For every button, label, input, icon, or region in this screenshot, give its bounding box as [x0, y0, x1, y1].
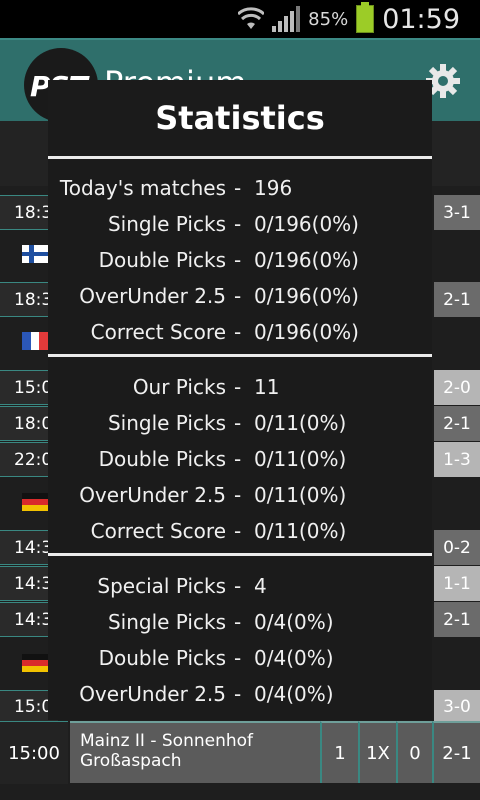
stat-separator: - [234, 411, 242, 435]
stat-row: OverUnder 2.5 - 0/4(0%) [48, 676, 432, 712]
status-indicators: 85% 01:59 [238, 2, 460, 35]
match-score: 2-1 [434, 282, 480, 317]
status-bar: 85% 01:59 [0, 0, 480, 38]
stat-value: 0/11(0%) [254, 447, 347, 471]
stat-row: Single Picks - 0/196(0%) [48, 206, 432, 242]
signal-icon [272, 6, 301, 32]
stat-value: 4 [254, 574, 267, 598]
stat-label: Double Picks [98, 447, 226, 471]
stat-label: Single Picks [107, 212, 226, 236]
stat-separator: - [234, 646, 242, 670]
stat-row: Single Picks - 0/11(0%) [48, 405, 432, 441]
stat-value: 0/4(0%) [254, 646, 334, 670]
stat-row: Double Picks - 0/4(0%) [48, 640, 432, 676]
match-score: 1-1 [434, 566, 480, 601]
stat-value: 196 [254, 176, 293, 200]
stat-separator: - [234, 447, 242, 471]
germany-flag-icon [22, 493, 48, 511]
status-clock: 01:59 [382, 3, 460, 35]
match-score: 1-3 [434, 442, 480, 477]
stat-row: Today's matches - 196 [48, 170, 432, 206]
stat-label: Single Picks [107, 610, 226, 634]
pick-cell-1x: 1X [358, 721, 396, 783]
match-row-mainz[interactable]: 15:00 Mainz II - Sonnenhof Großaspach 1 … [0, 721, 480, 784]
divider [48, 156, 432, 159]
match-teams: Mainz II - Sonnenhof Großaspach [70, 721, 320, 783]
stat-value: 0/196(0%) [254, 284, 359, 308]
stat-value: 0/4(0%) [254, 682, 334, 706]
germany-flag-icon [22, 654, 48, 672]
stat-separator: - [234, 519, 242, 543]
stat-row: Double Picks - 0/11(0%) [48, 441, 432, 477]
dialog-title: Statistics [155, 99, 325, 137]
stat-label: Special Picks [97, 574, 226, 598]
stat-label: Double Picks [98, 248, 226, 272]
stat-row: Correct Score - 0/196(0%) [48, 314, 432, 350]
stat-value: 11 [254, 375, 280, 399]
stat-label: Our Picks [132, 375, 226, 399]
match-time: 15:00 [0, 721, 68, 784]
teams-line-1: Mainz II - Sonnenhof [80, 731, 254, 751]
stat-label: OverUnder 2.5 [79, 682, 226, 706]
match-score: 3-1 [434, 195, 480, 230]
stat-value: 0/11(0%) [254, 483, 347, 507]
match-score: 3-0 [434, 690, 480, 723]
stat-value: 0/196(0%) [254, 212, 359, 236]
divider [48, 553, 432, 556]
pick-cell-0: 0 [396, 721, 432, 783]
finland-flag-icon [22, 245, 48, 263]
teams-line-2: Großaspach [80, 751, 182, 771]
stat-separator: - [234, 284, 242, 308]
match-score: 2-1 [434, 602, 480, 637]
divider [48, 354, 432, 357]
stat-separator: - [234, 682, 242, 706]
stat-row: OverUnder 2.5 - 0/196(0%) [48, 278, 432, 314]
stat-value: 0/11(0%) [254, 411, 347, 435]
battery-percent: 85% [308, 8, 349, 30]
battery-icon [356, 2, 375, 33]
stat-separator: - [234, 483, 242, 507]
stat-row: Double Picks - 0/196(0%) [48, 242, 432, 278]
stat-value: 0/11(0%) [254, 519, 347, 543]
stat-label: Single Picks [107, 411, 226, 435]
stat-row: Special Picks - 4 [48, 568, 432, 604]
stat-value: 0/4(0%) [254, 610, 334, 634]
stat-value: 0/196(0%) [254, 248, 359, 272]
match-score: 2-1 [434, 406, 480, 441]
stat-separator: - [234, 375, 242, 399]
stat-label: OverUnder 2.5 [79, 483, 226, 507]
stat-separator: - [234, 574, 242, 598]
stat-separator: - [234, 248, 242, 272]
france-flag-icon [22, 332, 48, 350]
stat-separator: - [234, 212, 242, 236]
match-score: 2-0 [434, 370, 480, 405]
stat-label: Correct Score [90, 519, 226, 543]
stat-separator: - [234, 320, 242, 344]
stat-label: Correct Score [90, 320, 226, 344]
stat-value: 0/196(0%) [254, 320, 359, 344]
wifi-icon [238, 7, 265, 29]
stat-row: OverUnder 2.5 - 0/11(0%) [48, 477, 432, 513]
pick-cell-1: 1 [320, 721, 358, 783]
stat-row: Correct Score - 0/11(0%) [48, 513, 432, 549]
stat-separator: - [234, 176, 242, 200]
stat-row: Single Picks - 0/4(0%) [48, 604, 432, 640]
stat-separator: - [234, 610, 242, 634]
stat-label: OverUnder 2.5 [79, 284, 226, 308]
stat-label: Double Picks [98, 646, 226, 670]
stat-row: Our Picks - 11 [48, 369, 432, 405]
stat-label: Today's matches [59, 176, 226, 200]
match-score: 0-2 [434, 530, 480, 565]
match-score: 2-1 [432, 721, 480, 783]
statistics-dialog[interactable]: Statistics Today's matches - 196 Single … [48, 80, 432, 720]
